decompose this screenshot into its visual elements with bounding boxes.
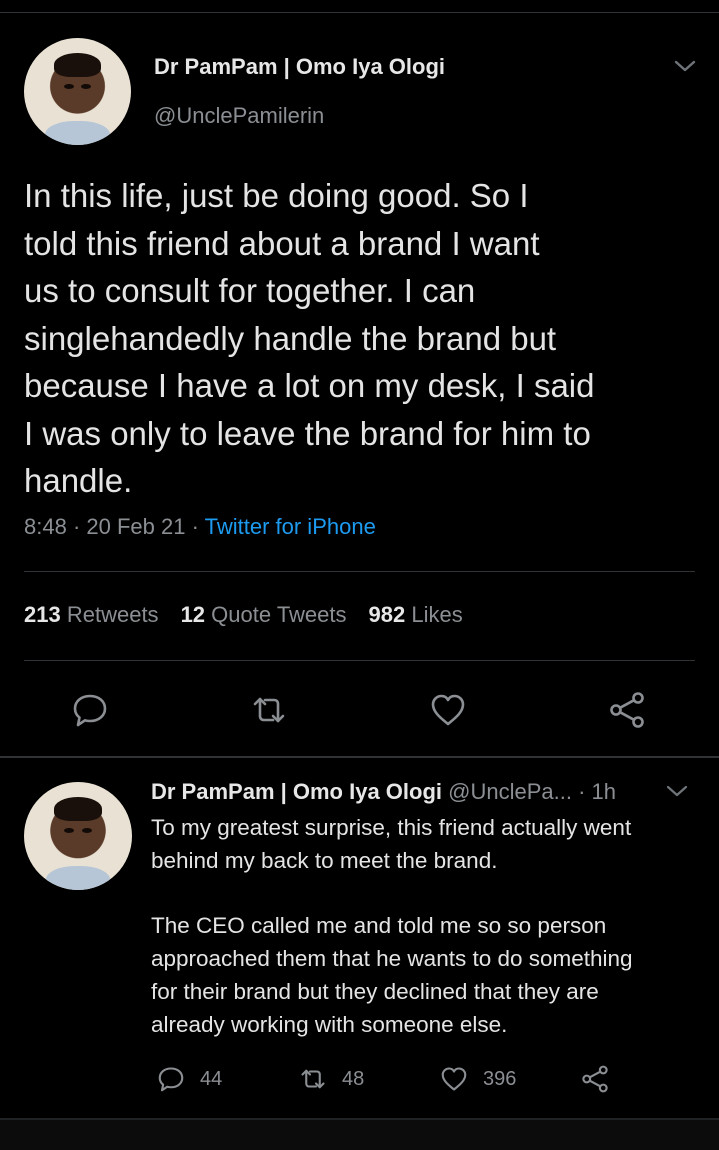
retweet-count: 48 [342, 1067, 365, 1090]
reply-icon [158, 1067, 184, 1092]
like-count: 396 [483, 1067, 517, 1090]
reply-handle[interactable]: @UnclePa... [448, 779, 572, 804]
retweet-icon[interactable] [249, 690, 289, 730]
reply-display-name[interactable]: Dr PamPam | Omo Iya Ologi [151, 779, 442, 804]
reply-time[interactable]: 1h [592, 779, 616, 804]
like-icon[interactable] [428, 690, 468, 730]
avatar[interactable] [24, 38, 131, 145]
retweets-stat[interactable]: 213 Retweets [24, 602, 159, 627]
divider [24, 660, 695, 661]
reply-icon[interactable] [70, 690, 110, 730]
quote-tweets-stat[interactable]: 12 Quote Tweets [181, 602, 347, 627]
tweet-meta: 8:48 · 20 Feb 21 · Twitter for iPhone [24, 514, 376, 539]
tweet-source-link[interactable]: Twitter for iPhone [205, 514, 376, 539]
share-icon [582, 1065, 608, 1093]
reply-reply-button[interactable]: 44 [156, 1064, 222, 1094]
chevron-down-icon[interactable] [672, 56, 698, 76]
user-handle[interactable]: @UnclePamilerin [154, 103, 324, 129]
retweet-icon [301, 1069, 325, 1089]
tweet-stats: 213 Retweets 12 Quote Tweets 982 Likes [24, 602, 463, 628]
tweet-time: 8:48 [24, 514, 67, 539]
reply-header: Dr PamPam | Omo Iya Ologi @UnclePa... · … [151, 779, 617, 804]
reply-share-button[interactable] [580, 1064, 610, 1094]
divider [24, 571, 695, 572]
tweet-date: 20 Feb 21 [86, 514, 186, 539]
reply-avatar[interactable] [24, 782, 132, 890]
share-icon[interactable] [607, 690, 647, 730]
tweet-separator [0, 756, 719, 758]
like-icon [441, 1067, 467, 1091]
reply-count: 44 [200, 1067, 223, 1090]
chevron-down-icon[interactable] [664, 781, 690, 801]
bottom-bar [0, 1118, 719, 1150]
reply-text: To my greatest surprise, this friend act… [151, 815, 633, 1037]
top-divider [0, 12, 719, 13]
display-name[interactable]: Dr PamPam | Omo Iya Ologi [154, 54, 445, 80]
reply-like-button[interactable]: 396 [439, 1064, 516, 1094]
tweet-text: In this life, just be doing good. So I t… [24, 177, 595, 499]
likes-stat[interactable]: 982 Likes [369, 602, 463, 627]
reply-retweet-button[interactable]: 48 [298, 1064, 364, 1094]
